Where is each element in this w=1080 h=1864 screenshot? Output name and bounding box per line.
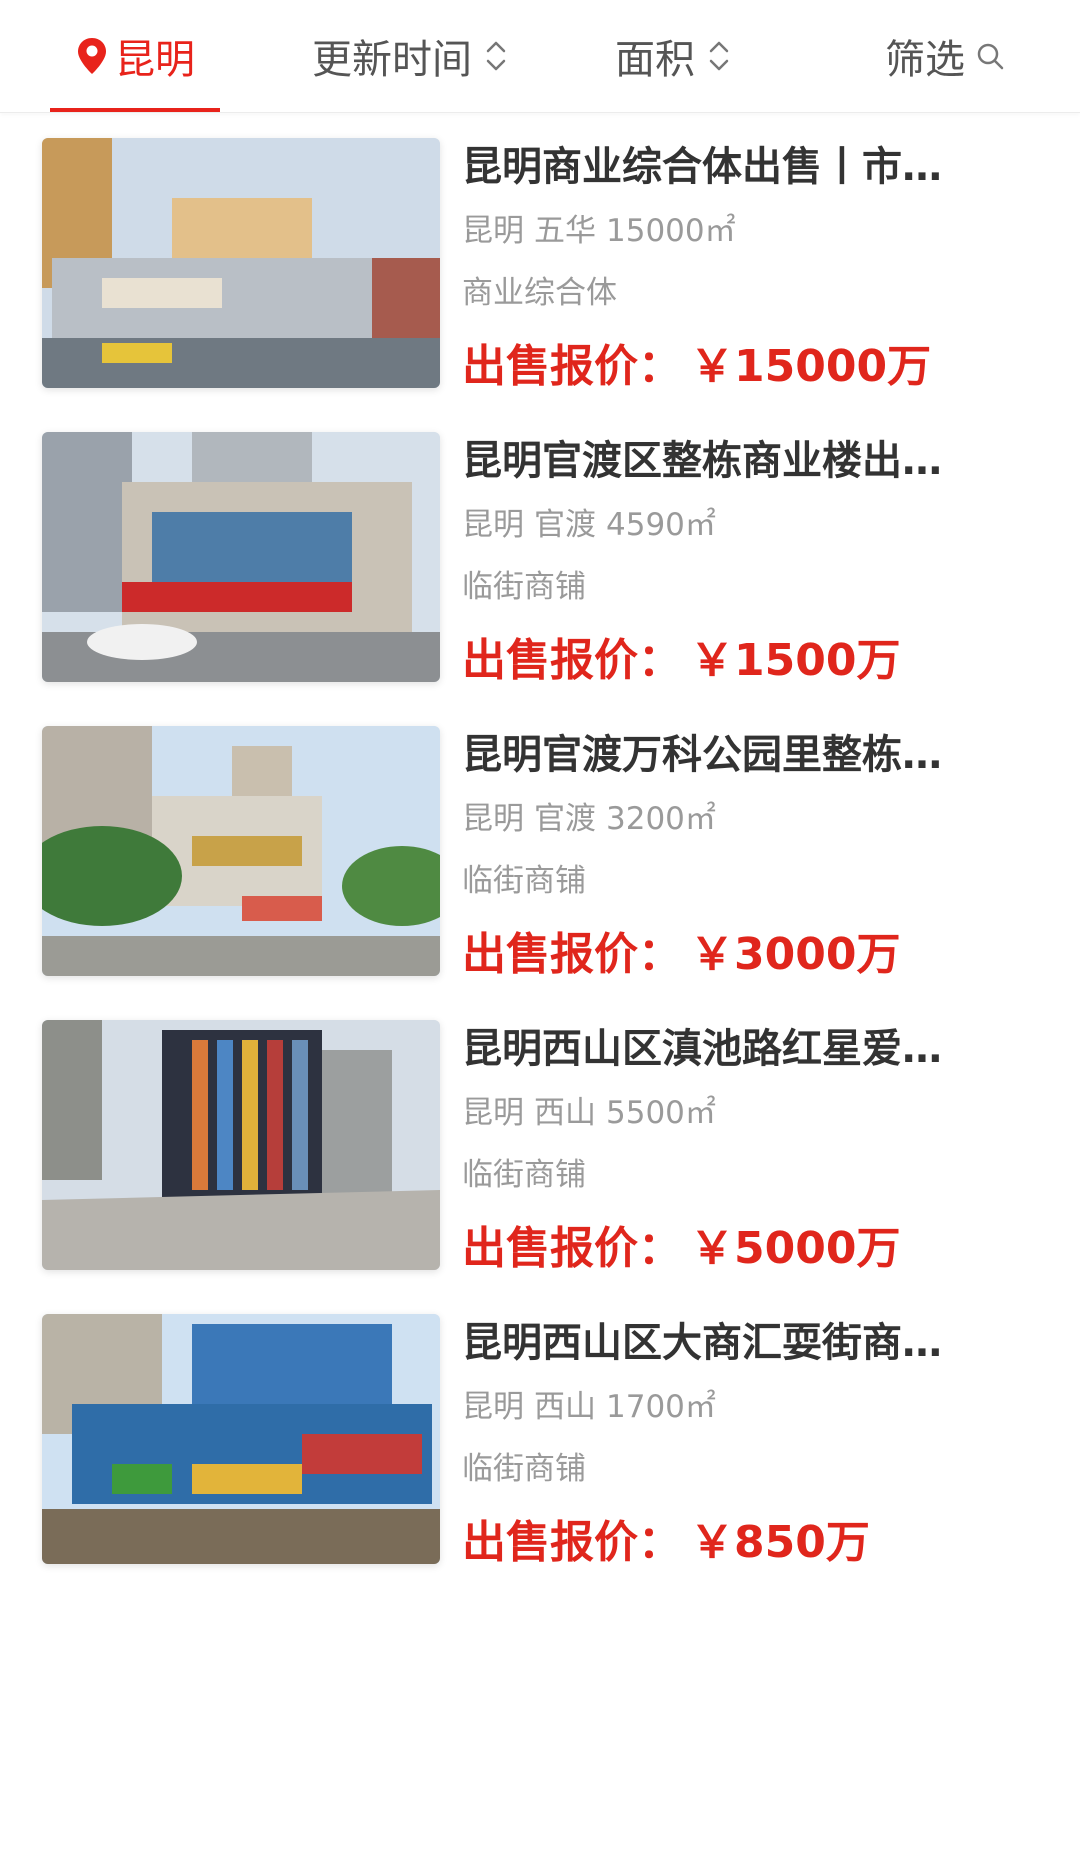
listing-district: 西山 <box>534 1389 596 1425</box>
listing-area: 4590㎡ <box>606 507 716 543</box>
listing-price-label: 出售报价： <box>462 635 682 686</box>
listing-location: 昆明 官渡 4590㎡ <box>462 500 1002 550</box>
listing-location: 昆明 西山 5500㎡ <box>462 1088 1002 1138</box>
listing-photo <box>42 138 440 388</box>
listing-district: 官渡 <box>534 801 596 837</box>
listing-price: 出售报价： ￥850万 <box>462 1508 1002 1578</box>
listing-city: 昆明 <box>462 507 524 543</box>
listing-city: 昆明 <box>462 801 524 837</box>
listing-type: 临街商铺 <box>462 863 586 899</box>
listing-price-value: ￥1500万 <box>690 635 901 686</box>
listing-city: 昆明 <box>462 1389 524 1425</box>
location-pin-icon <box>78 38 106 74</box>
listing-title: 昆明官渡万科公园里整栋… <box>462 732 942 778</box>
listing-price: 出售报价： ￥3000万 <box>462 920 1002 990</box>
listing-title: 昆明商业综合体出售丨市… <box>462 144 942 190</box>
tab-area[interactable]: 面积 <box>598 0 748 112</box>
sort-updown-icon <box>709 41 729 71</box>
listing-price-label: 出售报价： <box>462 1223 682 1274</box>
listing-city: 昆明 <box>462 213 524 249</box>
listing-price: 出售报价： ￥1500万 <box>462 626 1002 696</box>
tab-update-time-label: 更新时间 <box>312 37 472 83</box>
tab-filter[interactable]: 筛选 <box>870 0 1020 112</box>
listing-district: 五华 <box>534 213 596 249</box>
listing-price-value: ￥3000万 <box>690 929 901 980</box>
listing-area: 1700㎡ <box>606 1389 716 1425</box>
listing-title: 昆明西山区大商汇耍街商… <box>462 1320 942 1366</box>
listing-price-label: 出售报价： <box>462 1517 682 1568</box>
tab-update-time[interactable]: 更新时间 <box>285 0 535 112</box>
listing-title: 昆明西山区滇池路红星爱… <box>462 1026 942 1072</box>
listing-type: 商业综合体 <box>462 275 617 311</box>
tab-area-label: 面积 <box>615 37 695 83</box>
listing-area: 15000㎡ <box>606 213 736 249</box>
tab-city[interactable]: 昆明 <box>50 0 220 112</box>
listing-price-value: ￥15000万 <box>690 341 932 392</box>
listing-location: 昆明 官渡 3200㎡ <box>462 794 1002 844</box>
listing-card[interactable]: 昆明西山区滇池路红星爱… 昆明 西山 5500㎡ 临街商铺 出售报价： ￥5000万 <box>0 994 1080 1294</box>
listing-photo <box>42 432 440 682</box>
listing-photo <box>42 726 440 976</box>
search-icon <box>977 43 1004 70</box>
listing-price-value: ￥850万 <box>690 1517 870 1568</box>
listing-location: 昆明 五华 15000㎡ <box>462 206 1002 256</box>
listing-type: 临街商铺 <box>462 569 586 605</box>
listing-price-label: 出售报价： <box>462 929 682 980</box>
listing-district: 西山 <box>534 1095 596 1131</box>
listing-district: 官渡 <box>534 507 596 543</box>
listing-type: 临街商铺 <box>462 1157 586 1193</box>
listing-card[interactable]: 昆明官渡万科公园里整栋… 昆明 官渡 3200㎡ 临街商铺 出售报价： ￥3000万 <box>0 700 1080 1000</box>
listing-price: 出售报价： ￥5000万 <box>462 1214 1002 1284</box>
listing-title: 昆明官渡区整栋商业楼出… <box>462 438 942 484</box>
sort-updown-icon <box>486 41 506 71</box>
filter-bar: 昆明 更新时间 面积 筛选 <box>0 0 1080 113</box>
listing-area: 3200㎡ <box>606 801 716 837</box>
listing-card[interactable]: 昆明西山区大商汇耍街商… 昆明 西山 1700㎡ 临街商铺 出售报价： ￥850万 <box>0 1288 1080 1588</box>
listing-price-value: ￥5000万 <box>690 1223 901 1274</box>
listing-area: 5500㎡ <box>606 1095 716 1131</box>
listing-location: 昆明 西山 1700㎡ <box>462 1382 1002 1432</box>
listing-card[interactable]: 昆明商业综合体出售丨市… 昆明 五华 15000㎡ 商业综合体 出售报价： ￥1500… <box>0 112 1080 412</box>
listing-price-label: 出售报价： <box>462 341 682 392</box>
tab-filter-label: 筛选 <box>885 37 965 83</box>
tab-city-label: 昆明 <box>115 37 195 83</box>
listing-type: 临街商铺 <box>462 1451 586 1487</box>
listing-city: 昆明 <box>462 1095 524 1131</box>
listing-price: 出售报价： ￥15000万 <box>462 332 1002 402</box>
listing-card[interactable]: 昆明官渡区整栋商业楼出… 昆明 官渡 4590㎡ 临街商铺 出售报价： ￥1500万 <box>0 406 1080 706</box>
listing-photo <box>42 1314 440 1564</box>
listing-photo <box>42 1020 440 1270</box>
